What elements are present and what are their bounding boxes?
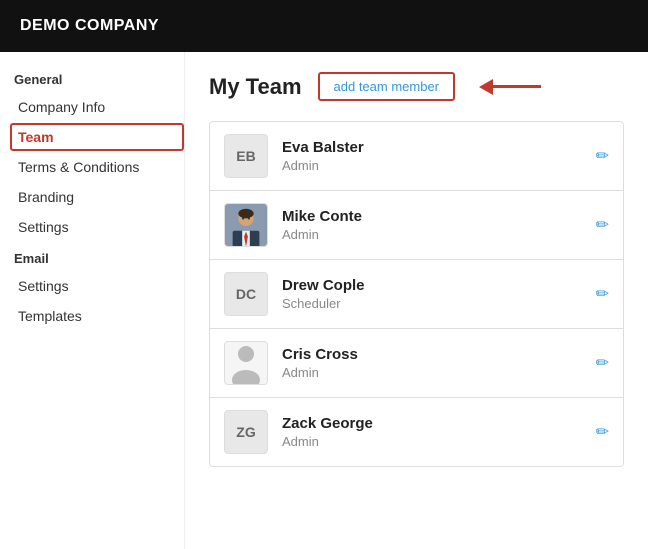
member-name: Eva Balster (282, 139, 596, 156)
avatar-zack-george: ZG (224, 410, 268, 454)
member-role: Admin (282, 365, 596, 380)
edit-button-zack-george[interactable]: ✏ (596, 422, 609, 442)
avatar-initials: DC (236, 286, 256, 302)
avatar-eva-balster: EB (224, 134, 268, 178)
team-member-drew-cople: DC Drew Cople Scheduler ✏ (210, 260, 623, 329)
avatar-initials: ZG (236, 424, 255, 440)
sidebar-section-email: Email (10, 251, 184, 266)
sidebar-item-company-info[interactable]: Company Info (10, 93, 184, 121)
member-role: Admin (282, 434, 596, 449)
member-info-eva-balster: Eva Balster Admin (282, 139, 596, 173)
member-name: Zack George (282, 415, 596, 432)
member-role: Scheduler (282, 296, 596, 311)
team-member-zack-george: ZG Zack George Admin ✏ (210, 398, 623, 466)
team-member-eva-balster: EB Eva Balster Admin ✏ (210, 122, 623, 191)
team-member-cris-cross: Cris Cross Admin ✏ (210, 329, 623, 398)
sidebar-item-settings-general[interactable]: Settings (10, 213, 184, 241)
sidebar-item-settings-email[interactable]: Settings (10, 272, 184, 300)
sidebar-item-terms[interactable]: Terms & Conditions (10, 153, 184, 181)
page-header: My Team add team member (209, 72, 624, 101)
member-info-mike-conte: Mike Conte Admin (282, 208, 596, 242)
arrow-line (491, 85, 541, 88)
avatar-drew-cople: DC (224, 272, 268, 316)
company-name: DEMO COMPANY (20, 17, 159, 35)
app-header: DEMO COMPANY (0, 0, 648, 52)
avatar-mike-conte (224, 203, 268, 247)
avatar-initials: EB (236, 148, 255, 164)
sidebar-section-general: General (10, 72, 184, 87)
member-name: Cris Cross (282, 346, 596, 363)
edit-button-cris-cross[interactable]: ✏ (596, 353, 609, 373)
member-role: Admin (282, 227, 596, 242)
member-name: Drew Cople (282, 277, 596, 294)
add-team-member-button[interactable]: add team member (318, 72, 456, 101)
sidebar-item-branding[interactable]: Branding (10, 183, 184, 211)
edit-button-eva-balster[interactable]: ✏ (596, 146, 609, 166)
member-info-zack-george: Zack George Admin (282, 415, 596, 449)
team-list: EB Eva Balster Admin ✏ (209, 121, 624, 467)
silhouette-icon (228, 344, 264, 384)
edit-button-mike-conte[interactable]: ✏ (596, 215, 609, 235)
member-info-drew-cople: Drew Cople Scheduler (282, 277, 596, 311)
sidebar-item-templates[interactable]: Templates (10, 302, 184, 330)
edit-button-drew-cople[interactable]: ✏ (596, 284, 609, 304)
sidebar-item-team[interactable]: Team (10, 123, 184, 151)
member-name: Mike Conte (282, 208, 596, 225)
member-info-cris-cross: Cris Cross Admin (282, 346, 596, 380)
page-title: My Team (209, 74, 302, 100)
main-layout: General Company Info Team Terms & Condit… (0, 52, 648, 549)
sidebar: General Company Info Team Terms & Condit… (0, 52, 185, 549)
member-role: Admin (282, 158, 596, 173)
main-content: My Team add team member EB Eva Balster A… (185, 52, 648, 549)
person-photo-mike (225, 203, 267, 247)
team-member-mike-conte: Mike Conte Admin ✏ (210, 191, 623, 260)
avatar-cris-cross (224, 341, 268, 385)
arrow-annotation (479, 79, 541, 95)
